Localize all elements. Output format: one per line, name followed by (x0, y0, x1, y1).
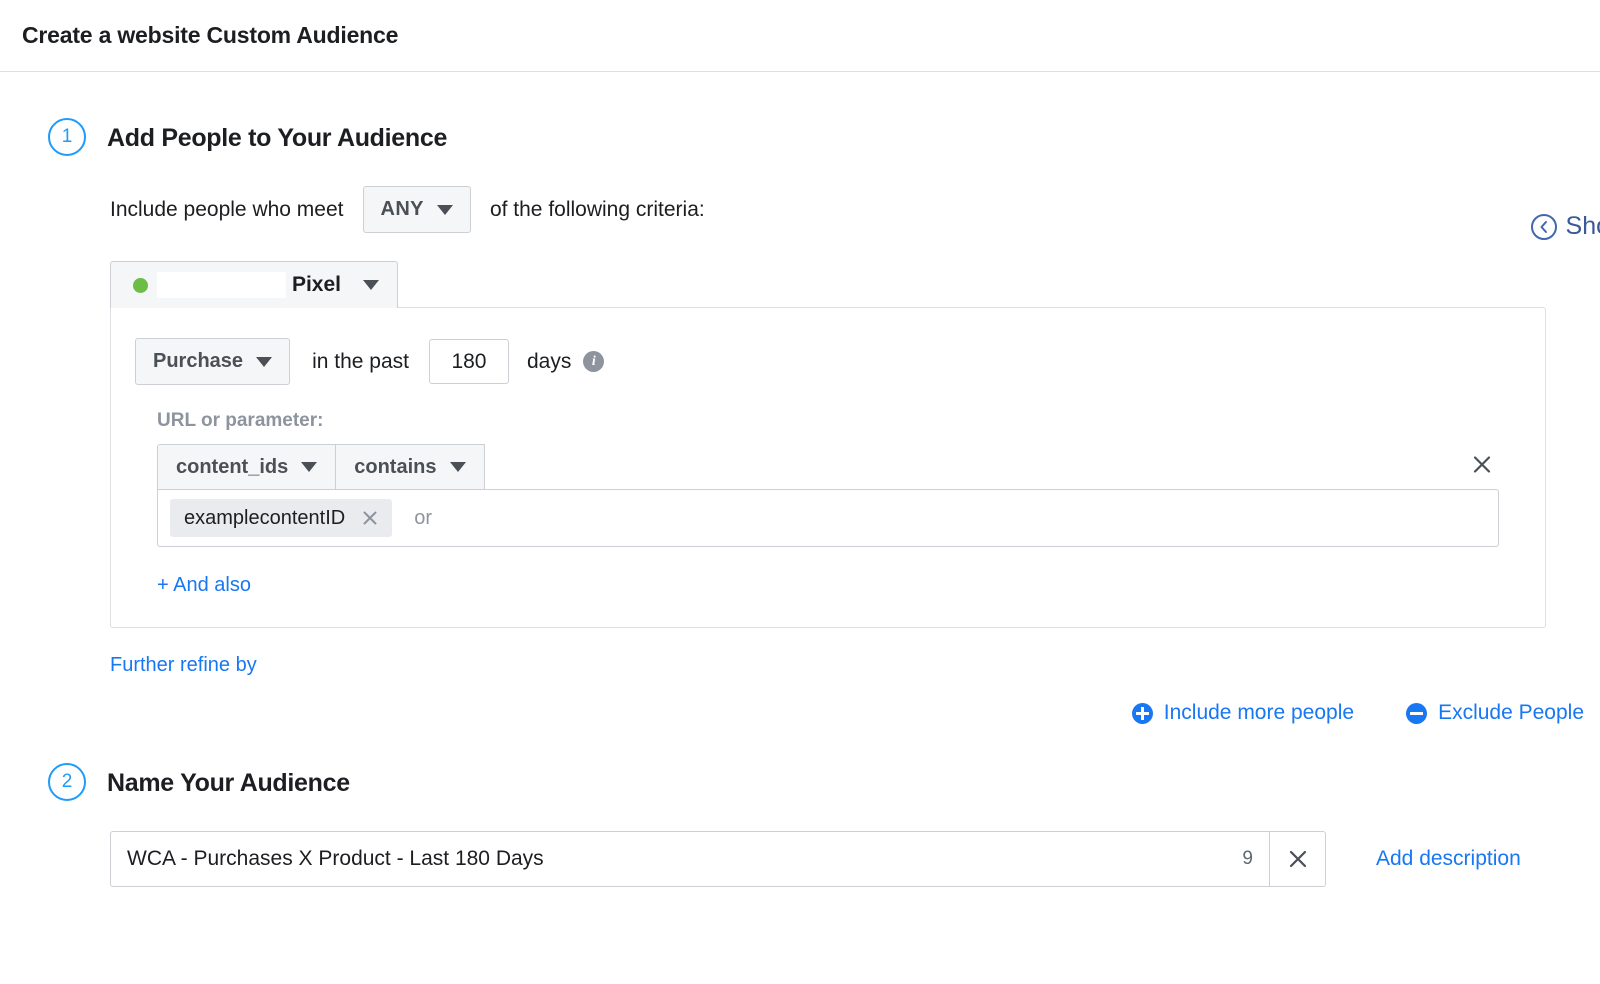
page-body: Sho 1 Add People to Your Audience Includ… (0, 118, 1600, 887)
add-description-link[interactable]: Add description (1376, 847, 1521, 871)
parameter-name-value: content_ids (176, 456, 288, 479)
exclude-people-button[interactable]: Exclude People (1406, 701, 1584, 725)
audience-name-input[interactable] (111, 832, 1242, 886)
chevron-down-icon (301, 462, 317, 472)
chevron-down-icon (256, 357, 272, 367)
clear-name-button[interactable] (1269, 832, 1325, 886)
pixel-source-tab[interactable]: Pixel (110, 261, 398, 308)
step-1: 1 Add People to Your Audience (0, 118, 1600, 158)
remove-parameter-rule-icon[interactable] (1471, 454, 1493, 481)
criteria-sentence: Include people who meet ANY of the follo… (110, 186, 1600, 233)
pixel-tab-label: Pixel (292, 273, 341, 297)
people-actions: Include more people Exclude People (0, 701, 1584, 725)
days-label: days (527, 350, 571, 374)
exclude-people-label: Exclude People (1438, 701, 1584, 725)
retention-days-input[interactable] (429, 339, 509, 384)
audience-name-field: 9 (110, 831, 1326, 887)
step-1-title: Add People to Your Audience (107, 118, 447, 158)
circle-chevron-left-icon (1531, 214, 1557, 240)
pixel-status-dot-icon (133, 278, 148, 293)
step-1-badge: 1 (48, 118, 86, 156)
step-2-badge: 2 (48, 763, 86, 801)
step-2: 2 Name Your Audience (0, 763, 1600, 803)
match-operator-value: ANY (381, 198, 424, 221)
criteria-box: Purchase in the past days i URL or param… (110, 307, 1546, 628)
step-2-title: Name Your Audience (107, 763, 350, 803)
and-also-link[interactable]: + And also (157, 574, 251, 597)
event-type-value: Purchase (153, 350, 243, 373)
include-more-people-label: Include more people (1164, 701, 1354, 725)
parameter-value-field[interactable]: examplecontentID or (157, 489, 1499, 547)
criteria-prefix-label: Include people who meet (110, 198, 344, 222)
character-counter: 9 (1242, 848, 1269, 870)
match-operator-dropdown[interactable]: ANY (363, 186, 471, 233)
name-row: 9 Add description (110, 831, 1600, 887)
pixel-name-redacted (157, 272, 286, 298)
show-panel-toggle[interactable]: Sho (1531, 212, 1600, 241)
include-more-people-button[interactable]: Include more people (1132, 701, 1354, 725)
circle-minus-icon (1406, 703, 1427, 724)
show-panel-label: Sho (1566, 212, 1600, 241)
parameter-value-token-label: examplecontentID (184, 507, 345, 530)
page-title: Create a website Custom Audience (22, 22, 398, 49)
event-row: Purchase in the past days i (135, 338, 1545, 385)
criteria-suffix-label: of the following criteria: (490, 198, 705, 222)
chevron-down-icon (450, 462, 466, 472)
parameter-value-input-placeholder: or (414, 507, 432, 530)
page-header: Create a website Custom Audience (0, 0, 1600, 72)
parameter-value-token: examplecontentID (170, 499, 392, 537)
in-the-past-label: in the past (312, 350, 409, 374)
chevron-down-icon (363, 280, 379, 290)
parameter-name-dropdown[interactable]: content_ids (157, 444, 336, 490)
further-refine-link[interactable]: Further refine by (110, 654, 257, 677)
url-or-parameter-label: URL or parameter: (157, 410, 1545, 432)
circle-plus-icon (1132, 703, 1153, 724)
chevron-down-icon (437, 205, 453, 215)
remove-token-icon[interactable] (361, 509, 379, 527)
parameter-segment-group: content_ids contains (157, 444, 485, 490)
parameter-operator-value: contains (354, 456, 436, 479)
parameter-row: content_ids contains (157, 444, 1499, 490)
info-icon[interactable]: i (583, 351, 604, 372)
parameter-operator-dropdown[interactable]: contains (336, 444, 484, 490)
event-type-dropdown[interactable]: Purchase (135, 338, 290, 385)
